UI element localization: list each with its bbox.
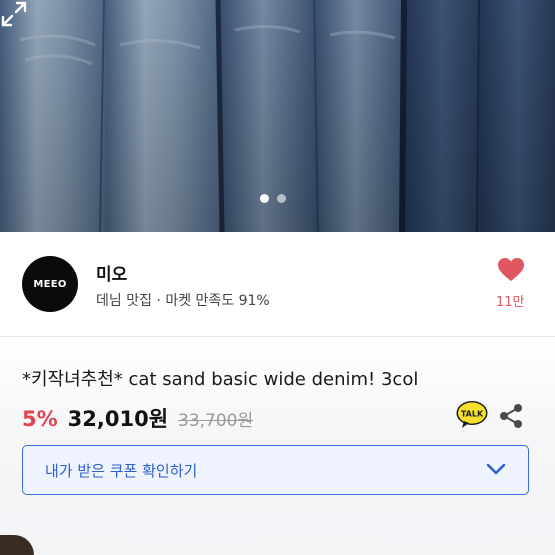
product-image[interactable] [0, 0, 555, 232]
expand-icon[interactable] [0, 0, 28, 28]
share-icon[interactable] [498, 403, 524, 429]
coupon-button[interactable]: 내가 받은 쿠폰 확인하기 [22, 445, 529, 495]
product-title: *키작녀추천* cat sand basic wide denim! 3col [22, 369, 419, 390]
gallery-dot-active[interactable] [260, 194, 269, 203]
discount-rate: 5% [22, 407, 58, 431]
price-row: 5% 32,010원 33,700원 [22, 403, 253, 433]
seller-section[interactable]: MEEO 미오 데님 맛집 · 마켓 만족도 91% 11만 [0, 232, 555, 336]
talk-badge-text: TALK [461, 410, 484, 419]
kakao-talk-icon[interactable]: TALK [456, 400, 488, 430]
gallery-dot[interactable] [277, 194, 286, 203]
seller-description: 데님 맛집 · 마켓 만족도 91% [96, 293, 270, 309]
seller-name[interactable]: 미오 [96, 260, 127, 285]
sale-price: 32,010원 [67, 407, 169, 431]
product-info: *키작녀추천* cat sand basic wide denim! 3col … [0, 337, 555, 555]
chevron-down-icon [486, 463, 506, 475]
heart-icon[interactable] [498, 258, 524, 282]
like-count: 11만 [496, 295, 525, 310]
seller-avatar[interactable]: MEEO [22, 256, 78, 312]
coupon-label: 내가 받은 쿠폰 확인하기 [45, 462, 198, 480]
original-price: 33,700원 [178, 411, 254, 431]
gallery-pagination [260, 194, 286, 203]
